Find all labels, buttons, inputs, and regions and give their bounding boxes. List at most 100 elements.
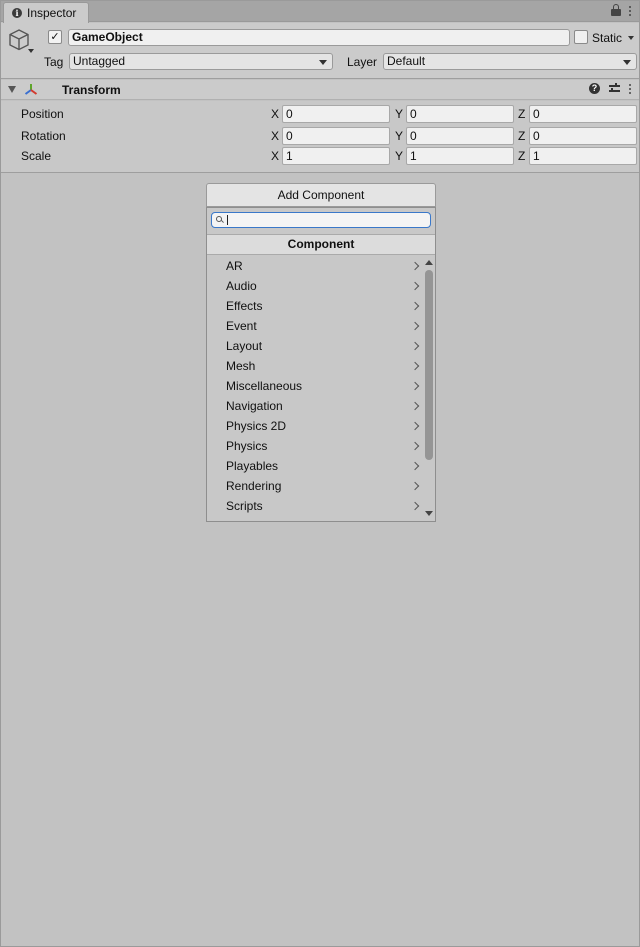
transform-axes-icon bbox=[24, 84, 38, 95]
chevron-right-icon bbox=[410, 361, 420, 371]
component-list-header: Component bbox=[207, 234, 435, 255]
scroll-thumb[interactable] bbox=[425, 270, 433, 460]
axis-y-label[interactable]: Y bbox=[395, 107, 403, 121]
component-category-miscellaneous[interactable]: Miscellaneous bbox=[207, 376, 421, 396]
chevron-right-icon bbox=[410, 381, 420, 391]
component-category-physics[interactable]: Physics bbox=[207, 436, 421, 456]
component-category-audio[interactable]: Audio bbox=[207, 276, 421, 296]
rotation-label: Rotation bbox=[21, 129, 66, 143]
component-category-label: AR bbox=[226, 259, 243, 273]
component-category-event[interactable]: Event bbox=[207, 316, 421, 336]
chevron-right-icon bbox=[410, 281, 420, 291]
component-category-label: Miscellaneous bbox=[226, 379, 303, 393]
lock-icon[interactable] bbox=[611, 4, 621, 16]
scale-z-field[interactable]: 1 bbox=[529, 147, 637, 165]
component-category-label: Rendering bbox=[226, 479, 282, 493]
search-box[interactable] bbox=[211, 212, 431, 228]
vertical-scrollbar[interactable] bbox=[423, 256, 435, 520]
scroll-down-arrow-icon[interactable] bbox=[425, 511, 433, 516]
axis-y-label[interactable]: Y bbox=[395, 129, 403, 143]
component-category-mesh[interactable]: Mesh bbox=[207, 356, 421, 376]
more-options-icon[interactable] bbox=[629, 83, 631, 94]
position-z-field[interactable]: 0 bbox=[529, 105, 637, 123]
chevron-right-icon bbox=[410, 301, 420, 311]
axis-z-label[interactable]: Z bbox=[518, 129, 525, 143]
add-component-popup: Component AR Audio Effects Event Layout Mesh M… bbox=[206, 207, 436, 522]
component-search-input[interactable] bbox=[230, 213, 426, 227]
component-category-rendering[interactable]: Rendering bbox=[207, 476, 421, 496]
foldout-arrow-icon[interactable] bbox=[8, 86, 16, 93]
position-row: Position X 0 Y 0 Z 0 bbox=[1, 104, 639, 124]
axis-z-label[interactable]: Z bbox=[518, 149, 525, 163]
tag-dropdown[interactable]: Untagged bbox=[69, 53, 333, 70]
chevron-right-icon bbox=[410, 461, 420, 471]
chevron-right-icon bbox=[410, 441, 420, 451]
component-category-label: Layout bbox=[226, 339, 263, 353]
component-list: AR Audio Effects Event Layout Mesh Miscellaneo… bbox=[207, 256, 421, 516]
component-category-playables[interactable]: Playables bbox=[207, 456, 421, 476]
tag-value: Untagged bbox=[73, 54, 126, 68]
transform-title: Transform bbox=[62, 83, 121, 97]
component-category-navigation[interactable]: Navigation bbox=[207, 396, 421, 416]
icon-dropdown-arrow[interactable] bbox=[28, 49, 34, 53]
scale-row: Scale X 1 Y 1 Z 1 bbox=[1, 146, 639, 166]
component-category-label: Effects bbox=[226, 299, 263, 313]
axis-z-label[interactable]: Z bbox=[518, 107, 525, 121]
component-category-physics-2d[interactable]: Physics 2D bbox=[207, 416, 421, 436]
tab-tools bbox=[611, 4, 631, 16]
tag-label: Tag bbox=[44, 55, 64, 69]
active-checkbox[interactable]: ✓ bbox=[48, 30, 62, 44]
chevron-down-icon bbox=[319, 60, 327, 65]
presets-icon[interactable] bbox=[609, 83, 620, 94]
component-category-label: Event bbox=[226, 319, 257, 333]
info-icon: i bbox=[12, 8, 22, 18]
static-label: Static bbox=[592, 31, 623, 45]
cube-icon[interactable] bbox=[7, 28, 35, 58]
more-options-icon[interactable] bbox=[629, 5, 631, 16]
layer-label: Layer bbox=[347, 55, 378, 69]
component-category-layout[interactable]: Layout bbox=[207, 336, 421, 356]
static-dropdown-arrow[interactable] bbox=[628, 36, 634, 40]
position-y-field[interactable]: 0 bbox=[406, 105, 514, 123]
component-category-label: Navigation bbox=[226, 399, 283, 413]
component-category-label: Scripts bbox=[226, 499, 263, 513]
chevron-right-icon bbox=[410, 261, 420, 271]
chevron-down-icon bbox=[623, 60, 631, 65]
chevron-right-icon bbox=[410, 401, 420, 411]
component-category-label: Playables bbox=[226, 459, 279, 473]
gameobject-name-field[interactable]: GameObject bbox=[68, 29, 570, 46]
axis-x-label[interactable]: X bbox=[271, 149, 279, 163]
static-checkbox[interactable] bbox=[574, 30, 588, 44]
rotation-x-field[interactable]: 0 bbox=[282, 127, 390, 145]
help-icon[interactable]: ? bbox=[589, 83, 600, 94]
component-category-effects[interactable]: Effects bbox=[207, 296, 421, 316]
axis-x-label[interactable]: X bbox=[271, 129, 279, 143]
transform-body: Position X 0 Y 0 Z 0 Rotation X 0 Y 0 Z … bbox=[1, 101, 639, 173]
component-category-label: Audio bbox=[226, 279, 257, 293]
scale-x-field[interactable]: 1 bbox=[282, 147, 390, 165]
transform-tools: ? bbox=[589, 83, 631, 94]
scroll-up-arrow-icon[interactable] bbox=[425, 260, 433, 265]
chevron-right-icon bbox=[410, 421, 420, 431]
layer-dropdown[interactable]: Default bbox=[383, 53, 637, 70]
position-label: Position bbox=[21, 107, 64, 121]
gameobject-header: ✓ GameObject Static Tag Untagged Layer D… bbox=[1, 23, 639, 79]
add-component-button[interactable]: Add Component bbox=[206, 183, 436, 207]
layer-value: Default bbox=[387, 54, 426, 68]
component-category-scripts[interactable]: Scripts bbox=[207, 496, 421, 516]
search-icon bbox=[216, 216, 224, 224]
transform-component-header[interactable]: Transform ? bbox=[1, 80, 639, 100]
rotation-y-field[interactable]: 0 bbox=[406, 127, 514, 145]
tab-inspector[interactable]: i Inspector bbox=[3, 2, 89, 23]
axis-x-label[interactable]: X bbox=[271, 107, 279, 121]
chevron-right-icon bbox=[410, 481, 420, 491]
rotation-z-field[interactable]: 0 bbox=[529, 127, 637, 145]
component-category-ar[interactable]: AR bbox=[207, 256, 421, 276]
rotation-row: Rotation X 0 Y 0 Z 0 bbox=[1, 126, 639, 146]
scale-y-field[interactable]: 1 bbox=[406, 147, 514, 165]
component-category-label: Physics 2D bbox=[226, 419, 287, 433]
position-x-field[interactable]: 0 bbox=[282, 105, 390, 123]
tab-bar: i Inspector bbox=[1, 1, 639, 23]
axis-y-label[interactable]: Y bbox=[395, 149, 403, 163]
component-category-label: Mesh bbox=[226, 359, 256, 373]
